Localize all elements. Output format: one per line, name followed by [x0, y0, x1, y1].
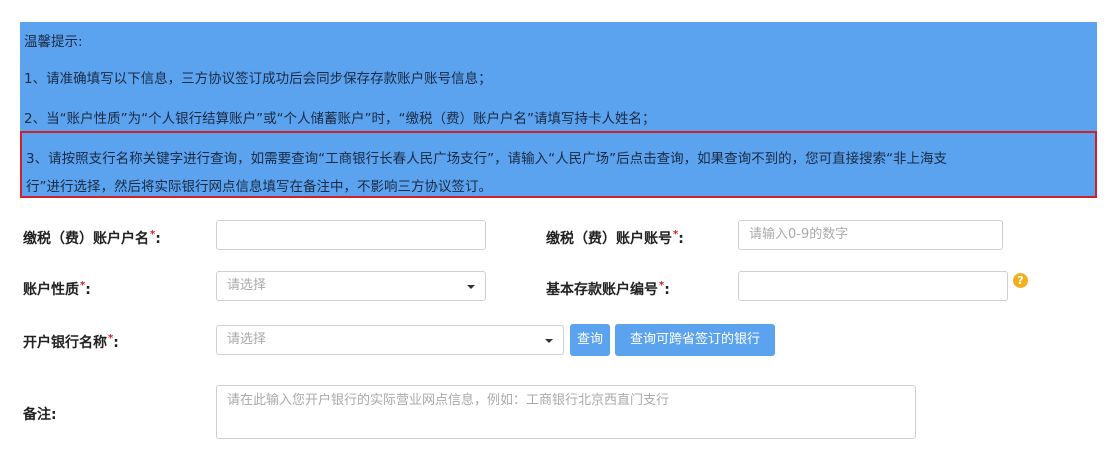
- colon: :: [113, 335, 119, 351]
- account-number-input[interactable]: 请输入0-9的数字: [738, 220, 1003, 250]
- account-number-label-text: 缴税（费）账户账号: [546, 231, 672, 247]
- notice-item-3-line-2: 行”进行选择，然后将实际银行网点信息填写在备注中，不影响三方协议签订。: [26, 179, 492, 195]
- bank-name-label-text: 开户银行名称: [23, 335, 107, 351]
- account-type-select[interactable]: 请选择: [216, 271, 486, 301]
- notice-item-3-line-1: 3、请按照支行名称关键字进行查询，如需要查询“工商银行长春人民广场支行”，请输入…: [26, 151, 948, 167]
- account-type-label-text: 账户性质: [23, 282, 79, 298]
- notice-item-1: 1、请准确填写以下信息，三方协议签订成功后会同步保存存款账户账号信息；: [24, 71, 492, 87]
- account-type-label: 账户性质*:: [23, 279, 91, 299]
- deposit-code-input[interactable]: [738, 271, 1008, 301]
- account-name-label-text: 缴税（费）账户户名: [23, 231, 149, 247]
- remark-textarea[interactable]: 请在此输入您开户银行的实际营业网点信息，例如：工商银行北京西直门支行: [216, 385, 916, 439]
- account-name-label: 缴税（费）账户户名*:: [23, 228, 161, 248]
- chevron-down-icon: [545, 339, 553, 343]
- deposit-code-label: 基本存款账户编号*:: [546, 279, 670, 299]
- account-type-select-value: 请选择: [227, 278, 267, 293]
- notice-highlight-box: 3、请按照支行名称关键字进行查询，如需要查询“工商银行长春人民广场支行”，请输入…: [20, 131, 1097, 198]
- colon: :: [155, 231, 161, 247]
- account-name-input[interactable]: [216, 220, 486, 250]
- deposit-code-label-text: 基本存款账户编号: [546, 282, 658, 298]
- notice-title: 温馨提示:: [24, 34, 83, 50]
- colon: :: [664, 282, 670, 298]
- remark-label-text: 备注: [23, 407, 51, 423]
- query-cross-province-bank-button[interactable]: 查询可跨省签订的银行: [615, 324, 775, 356]
- remark-label: 备注:: [23, 404, 57, 424]
- bank-name-label: 开户银行名称*:: [23, 332, 119, 352]
- bank-name-select-value: 请选择: [227, 332, 267, 347]
- colon: :: [85, 282, 91, 298]
- notice-item-2: 2、当“账户性质”为“个人银行结算账户”或“个人储蓄账户”时，“缴税（费）账户户…: [24, 111, 656, 127]
- bank-name-select[interactable]: 请选择: [216, 325, 564, 355]
- help-icon[interactable]: ?: [1013, 273, 1028, 288]
- query-button[interactable]: 查询: [570, 324, 610, 356]
- account-number-label: 缴税（费）账户账号*:: [546, 228, 684, 248]
- chevron-down-icon: [467, 285, 475, 289]
- colon: :: [51, 407, 57, 423]
- colon: :: [678, 231, 684, 247]
- notice-panel: 温馨提示: 1、请准确填写以下信息，三方协议签订成功后会同步保存存款账户账号信息…: [20, 22, 1097, 198]
